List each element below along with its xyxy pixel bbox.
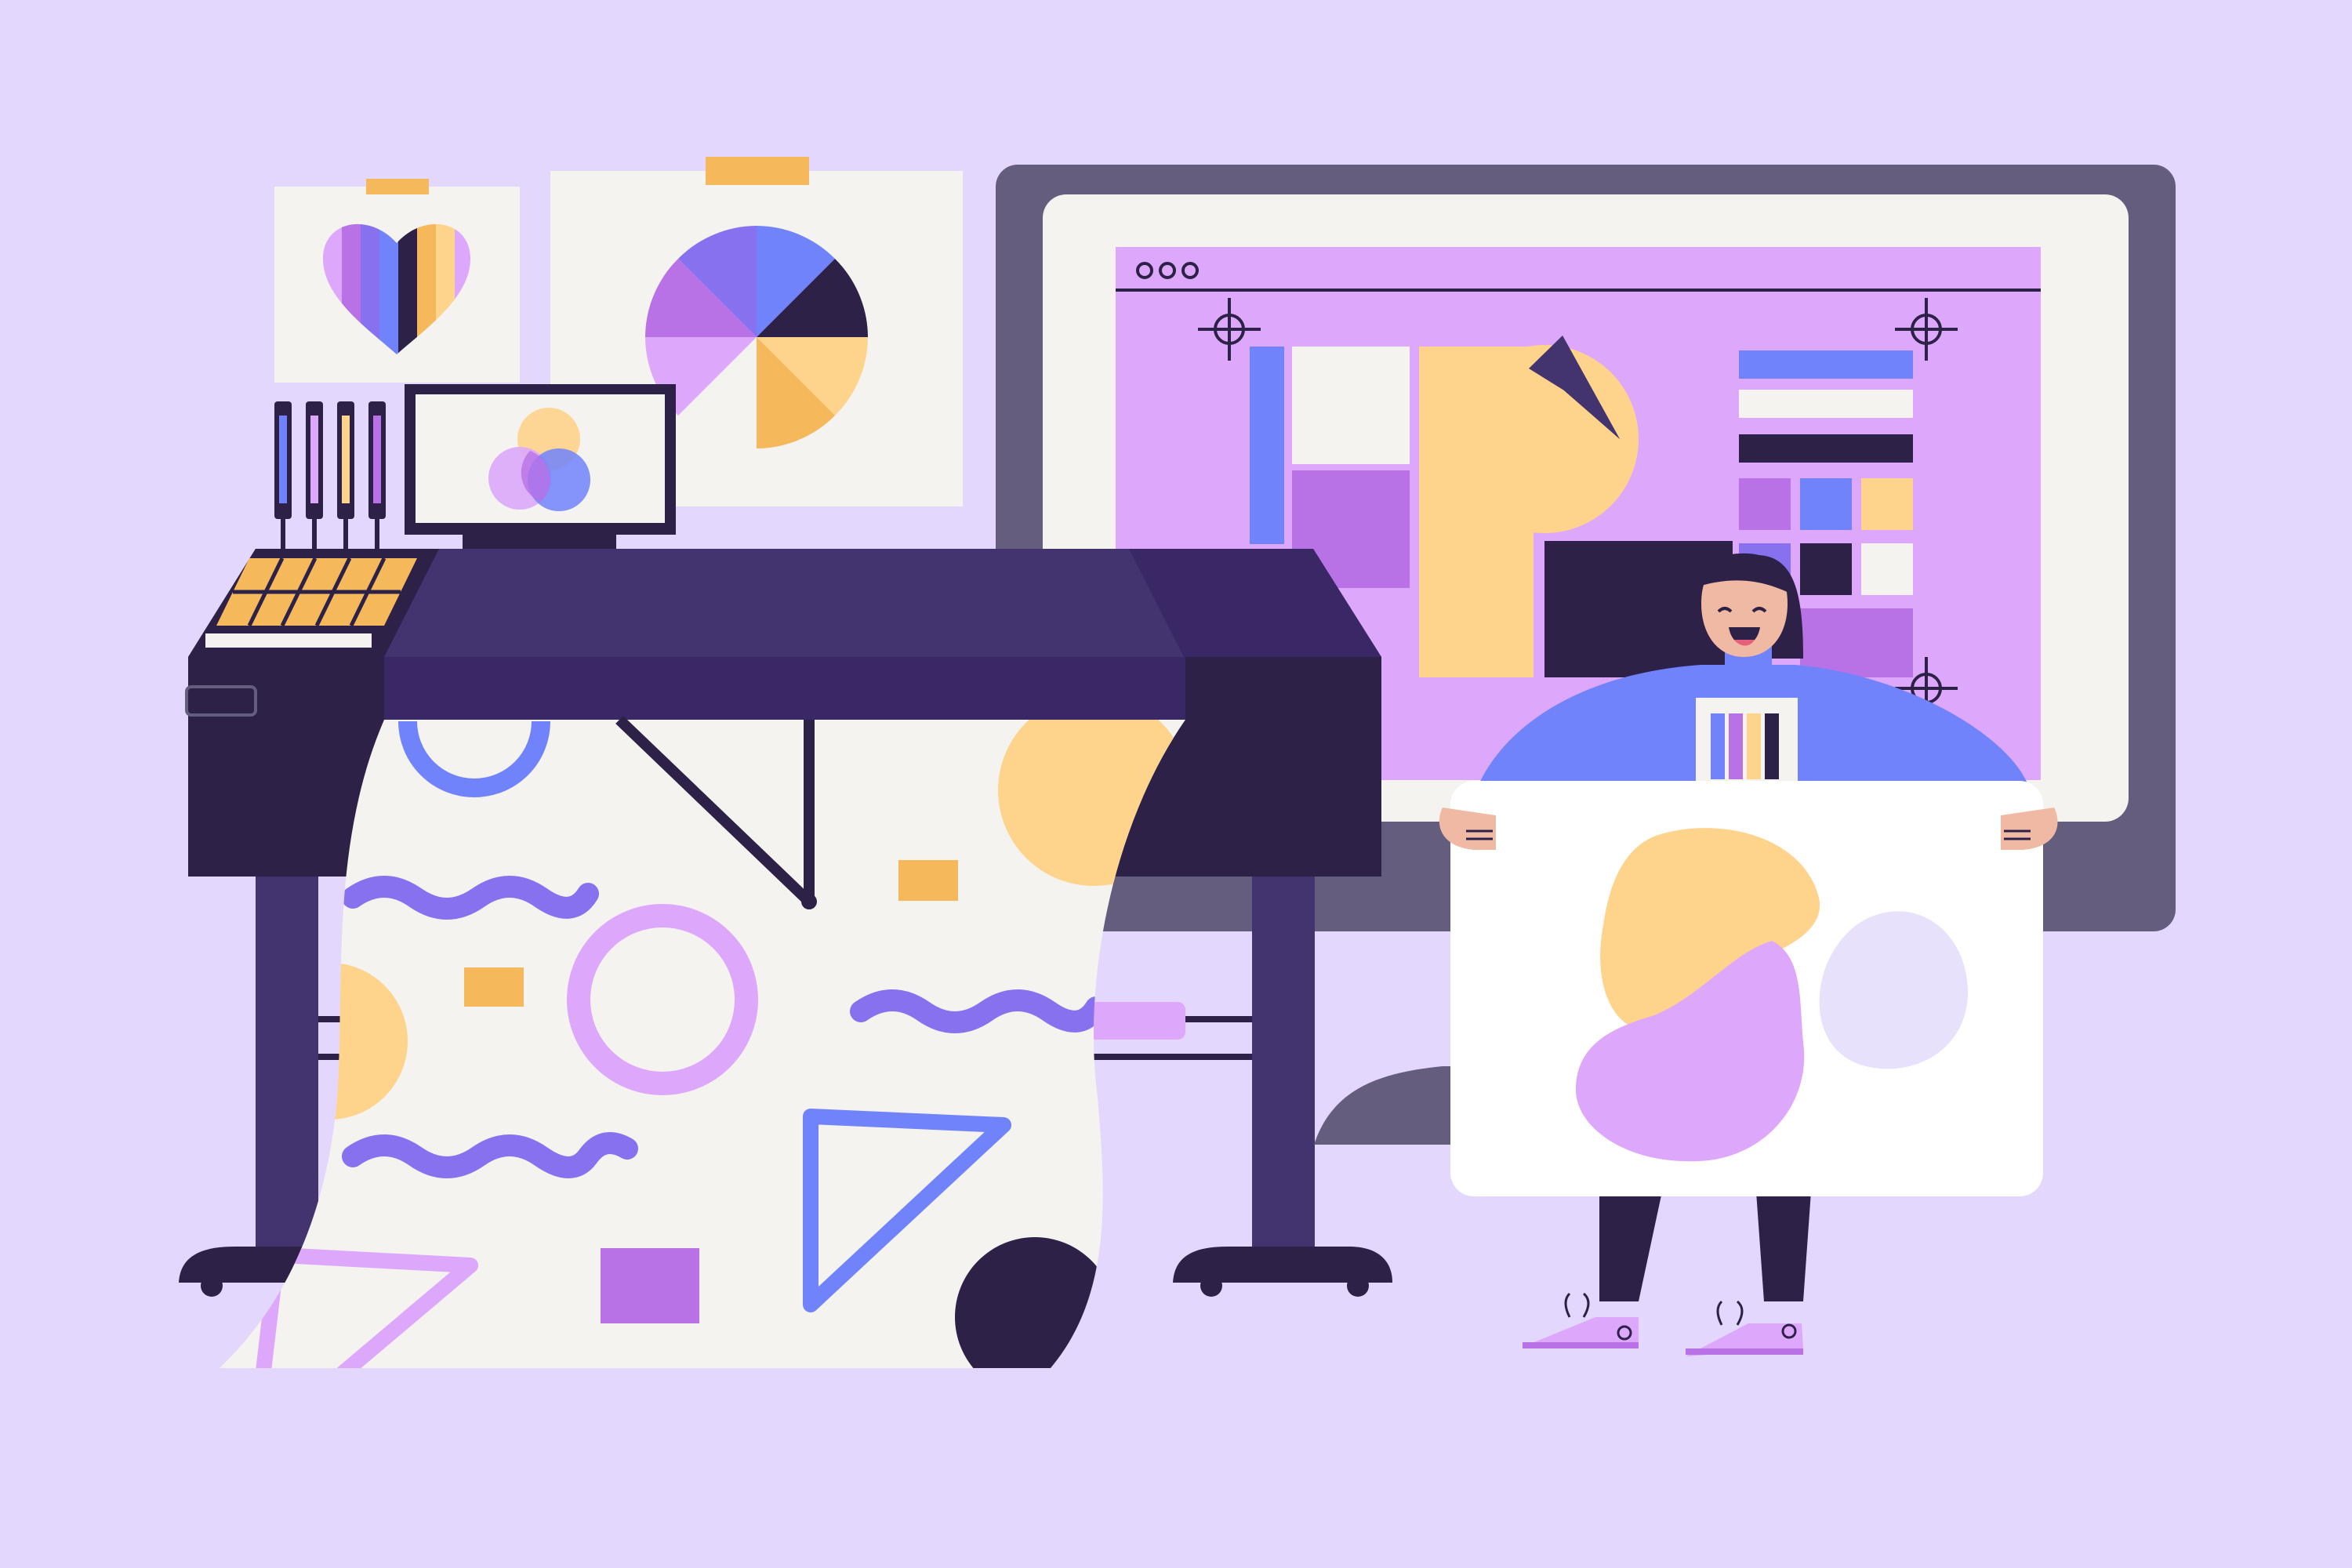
tape (366, 179, 429, 194)
color-swatch-icon (1696, 698, 1798, 784)
pie-chart-icon (645, 226, 868, 448)
tape (706, 157, 809, 185)
heart-poster (274, 179, 520, 383)
paper-roll-end (1088, 1002, 1185, 1040)
printer-leg-right (1252, 877, 1315, 1253)
held-poster (1439, 781, 2058, 1196)
printer-leg-left (256, 877, 318, 1253)
illustration-canvas (0, 0, 2352, 1568)
printer-display (405, 384, 676, 550)
